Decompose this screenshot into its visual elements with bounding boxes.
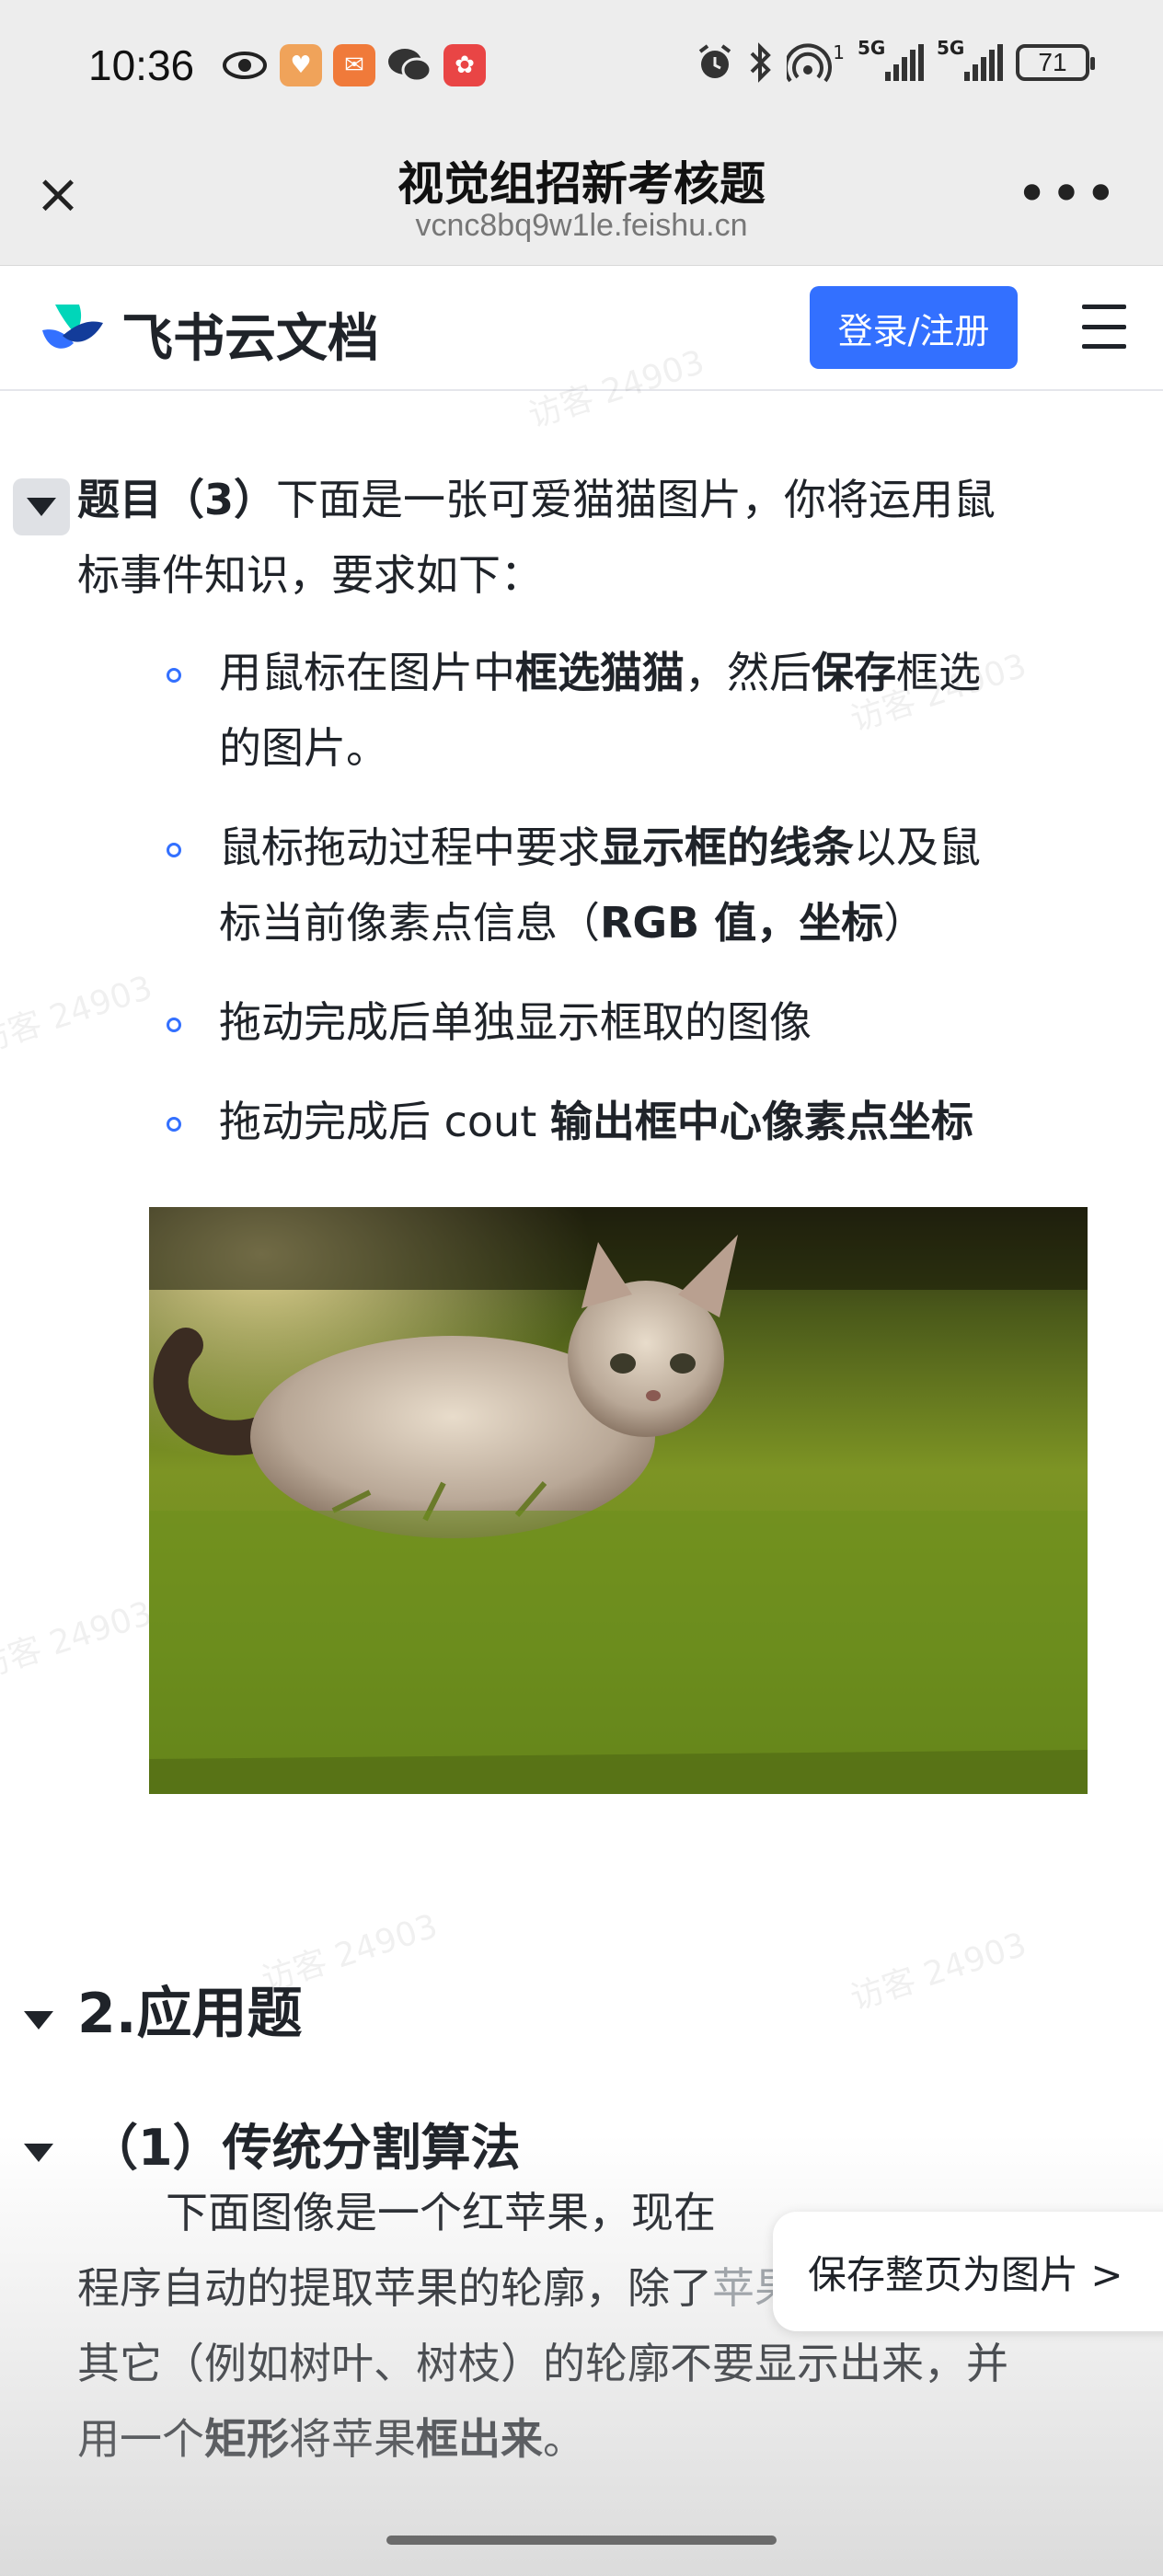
list-bold: 框选猫猫 xyxy=(515,648,685,697)
app-heart-icon: ♥ xyxy=(280,44,322,86)
battery-level: 71 xyxy=(1038,48,1067,76)
eye-icon xyxy=(223,52,267,79)
question-3-text: 下面是一张可爱猫猫图片，你将运用鼠 xyxy=(276,475,996,524)
body-text: 程序自动的提取苹果的轮廓，除了 xyxy=(77,2263,712,2313)
signal-bars-icon xyxy=(885,44,924,81)
list-text: 拖动完成后单独显示框取的图像 xyxy=(219,997,812,1047)
section-2-heading: 2.应用题 xyxy=(77,1982,303,2046)
browser-title-bar: × 视觉组招新考核题 vcnc8bq9w1le.feishu.cn ••• xyxy=(0,147,1163,266)
body-text: 其它（例如树叶、树枝）的轮廓不要显示出来，并 xyxy=(77,2339,1008,2388)
alarm-icon xyxy=(699,44,731,78)
hotspot-count: 1 xyxy=(833,41,845,63)
body-text: 用一个 xyxy=(77,2414,204,2464)
hamburger-menu-icon[interactable] xyxy=(1082,305,1126,349)
list-bold: 输出框中心像素点坐标 xyxy=(549,1097,973,1146)
triangle-down-icon[interactable] xyxy=(24,2144,53,2162)
body-bold: 矩形 xyxy=(204,2414,289,2464)
status-notification-icons: ♥ ✉ ✿ xyxy=(221,44,486,86)
list-text: 标当前像素点信息（ xyxy=(219,898,600,948)
list-bold: 保存 xyxy=(812,648,896,697)
bluetooth-icon xyxy=(750,42,772,83)
app-shop-icon: ✿ xyxy=(443,44,486,86)
list-bold: 显示框的线条 xyxy=(600,822,854,872)
signal-1: 5G xyxy=(858,37,924,81)
list-text: 的图片。 xyxy=(219,723,388,773)
subsection-1-heading: （1）传统分割算法 xyxy=(88,2119,521,2177)
question-3-intro: 题目（3）下面是一张可爱猫猫图片，你将运用鼠 标事件知识，要求如下： xyxy=(77,462,1108,613)
save-page-as-image-button[interactable]: 保存整页为图片 > xyxy=(773,2212,1163,2331)
list-text: 鼠标拖动过程中要求 xyxy=(219,822,600,872)
hotspot-icon xyxy=(787,43,833,83)
body-bold: 框出来 xyxy=(416,2414,543,2464)
body-text: 将苹果 xyxy=(289,2414,416,2464)
signal-2: 5G xyxy=(937,37,1003,81)
more-options-icon[interactable]: ••• xyxy=(1016,162,1119,226)
watermark: 访客 24903 xyxy=(0,969,157,1062)
status-system-icons: 1 5G 5G 71 xyxy=(695,37,1095,83)
list-text: ，然后 xyxy=(685,648,812,697)
kitten-image[interactable] xyxy=(149,1207,1088,1794)
signal-bars-icon xyxy=(964,44,1003,81)
body-text: 下面图像是一个红苹果，现在 xyxy=(166,2188,716,2237)
page-url: vcnc8bq9w1le.feishu.cn xyxy=(415,208,748,243)
net-type-1: 5G xyxy=(858,37,886,59)
list-item: 鼠标拖动过程中要求显示框的线条以及鼠 标当前像素点信息（RGB 值，坐标） xyxy=(219,810,1075,960)
bullet-icon xyxy=(167,668,181,683)
collapse-toggle-q3[interactable] xyxy=(13,478,70,535)
list-item: 拖动完成后单独显示框取的图像 xyxy=(219,984,1075,1060)
status-time: 10:36 xyxy=(88,41,195,89)
bullet-icon xyxy=(167,1018,181,1032)
list-text: 用鼠标在图片中 xyxy=(219,648,515,697)
list-bold: RGB 值，坐标 xyxy=(600,898,884,948)
question-3-label: 题目（3） xyxy=(77,475,277,524)
list-item: 拖动完成后 cout 输出框中心像素点坐标 xyxy=(219,1084,1075,1159)
body-text: 。 xyxy=(543,2414,585,2464)
triangle-down-icon xyxy=(27,498,56,516)
login-register-button[interactable]: 登录/注册 xyxy=(810,286,1018,369)
watermark: 访客 24903 xyxy=(0,1594,157,1687)
list-item: 用鼠标在图片中框选猫猫，然后保存框选 的图片。 xyxy=(219,635,1075,786)
list-text: ） xyxy=(883,898,927,948)
question-3-text-line2: 标事件知识，要求如下： xyxy=(77,550,543,600)
bullet-icon xyxy=(167,843,181,857)
watermark: 访客 24903 xyxy=(846,1926,1031,2018)
triangle-down-icon[interactable] xyxy=(24,2011,53,2030)
brand-name: 飞书云文档 xyxy=(121,309,379,369)
list-text: 以及鼠 xyxy=(854,822,981,872)
wechat-icon xyxy=(388,49,432,83)
net-type-2: 5G xyxy=(937,37,965,59)
list-text: 拖动完成后 cout xyxy=(219,1097,550,1146)
status-bar: 10:36 ♥ ✉ ✿ 1 5G 5G 71 xyxy=(0,0,1163,147)
page-title: 视觉组招新考核题 xyxy=(397,157,766,211)
app-gift-icon: ✉ xyxy=(333,44,375,86)
battery-icon: 71 xyxy=(1016,44,1095,81)
home-indicator[interactable] xyxy=(386,2536,777,2545)
list-text: 框选 xyxy=(896,648,981,697)
bullet-icon xyxy=(167,1117,181,1132)
feishu-logo-icon xyxy=(42,305,103,349)
